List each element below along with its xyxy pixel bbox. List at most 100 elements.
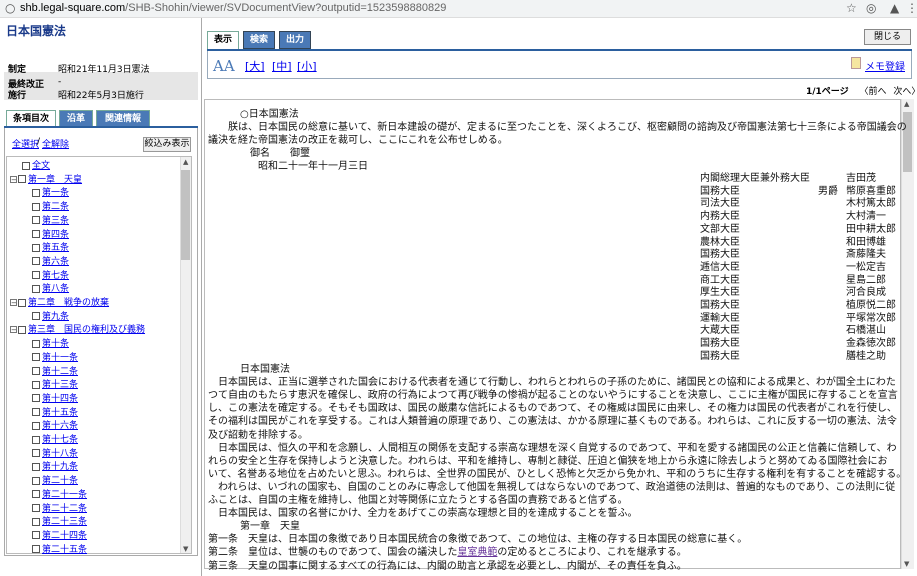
checkbox[interactable] <box>32 421 40 430</box>
url-text[interactable]: shb.legal-square.com/SHB-Shohin/viewer/S… <box>20 2 446 14</box>
toc-link[interactable]: 第一章 天皇 <box>28 175 82 185</box>
checkbox[interactable] <box>32 367 40 375</box>
toc-item[interactable]: 第九条 <box>32 311 69 323</box>
checkbox[interactable] <box>32 271 40 280</box>
toc-link[interactable]: 第二十三条 <box>42 517 87 527</box>
toc-item[interactable]: 第三条 <box>32 215 69 227</box>
deselect-all-link[interactable]: 全解除 <box>42 137 69 150</box>
tab-output[interactable]: 出力 <box>279 31 311 49</box>
toc-item[interactable]: 第六条 <box>32 256 69 268</box>
toc-link[interactable]: 第二条 <box>42 202 69 212</box>
checkbox[interactable] <box>18 298 26 307</box>
toc-item[interactable]: 第十四条 <box>32 393 78 405</box>
checkbox[interactable] <box>32 517 40 526</box>
toc-item[interactable]: 第十八条 <box>32 448 78 460</box>
toc-link[interactable]: 第二章 戦争の放棄 <box>28 298 109 308</box>
toc-link[interactable]: 第七条 <box>42 271 69 281</box>
toc-item[interactable]: − 第一章 天皇 <box>10 174 82 186</box>
collapse-icon[interactable]: − <box>10 326 17 334</box>
checkbox[interactable] <box>32 504 40 512</box>
toc-item[interactable]: − 第二章 戦争の放棄 <box>10 297 109 309</box>
checkbox[interactable] <box>32 462 40 471</box>
toc-link[interactable]: 第十八条 <box>42 449 78 459</box>
toc-item[interactable]: 第十五条 <box>32 407 78 419</box>
toc-item[interactable]: 第十六条 <box>32 420 78 432</box>
toc-link[interactable]: 第四条 <box>42 230 69 240</box>
toc-item[interactable]: 第一条 <box>32 187 69 199</box>
checkbox[interactable] <box>32 353 40 362</box>
toc-link[interactable]: 第二十二条 <box>42 504 87 514</box>
menu-icon[interactable]: ⋮ <box>906 1 917 15</box>
imperial-house-law-link[interactable]: 皇室典範 <box>457 547 497 558</box>
toc-link[interactable]: 第一条 <box>42 188 69 198</box>
scroll-down-icon[interactable]: ▼ <box>183 545 188 553</box>
toc-item[interactable]: 第十二条 <box>32 366 78 378</box>
scroll-up-icon[interactable]: ▲ <box>904 100 909 108</box>
toc-item[interactable]: 第二十五条 <box>32 544 87 556</box>
toc-link[interactable]: 第二十一条 <box>42 490 87 500</box>
toc-item[interactable]: 第十三条 <box>32 379 78 391</box>
toc-link[interactable]: 第九条 <box>42 312 69 322</box>
toc-link[interactable]: 第十四条 <box>42 394 78 404</box>
toc-link[interactable]: 第二十四条 <box>42 531 87 541</box>
memo-register-link[interactable]: メモ登録 <box>865 58 905 73</box>
checkbox[interactable] <box>32 380 40 389</box>
narrow-display-button[interactable]: 絞込み表示 <box>143 137 191 152</box>
toc-item[interactable]: 第十七条 <box>32 434 78 446</box>
tab-view[interactable]: 表示 <box>207 31 239 49</box>
tab-related[interactable]: 関連情報 <box>96 110 150 126</box>
toc-link[interactable]: 第十二条 <box>42 367 78 377</box>
toc-item[interactable]: 第二十三条 <box>32 516 87 528</box>
toc-item[interactable]: 第二十四条 <box>32 530 87 542</box>
toc-link[interactable]: 全文 <box>32 161 50 171</box>
checkbox[interactable] <box>32 230 40 238</box>
toc-item[interactable]: 第二十条 <box>32 475 78 487</box>
checkbox[interactable] <box>32 545 40 554</box>
toc-item[interactable]: 第七条 <box>32 270 69 282</box>
checkbox[interactable] <box>32 476 40 485</box>
checkbox[interactable] <box>32 408 40 417</box>
next-page-link[interactable]: 次へ〉 <box>893 87 917 97</box>
checkbox[interactable] <box>32 531 40 540</box>
tab-toc[interactable]: 条項目次 <box>6 110 56 126</box>
toc-item[interactable]: 第十条 <box>32 338 69 350</box>
toc-item[interactable]: 第十一条 <box>32 352 78 364</box>
toc-link[interactable]: 第十三条 <box>42 380 78 390</box>
shield-icon[interactable]: ◎ <box>866 1 876 15</box>
checkbox[interactable] <box>18 175 26 184</box>
toc-item[interactable]: 第八条 <box>32 283 69 295</box>
toc-link[interactable]: 第十六条 <box>42 421 78 431</box>
extension-icon[interactable]: ▲ <box>890 1 899 15</box>
checkbox[interactable] <box>32 243 40 252</box>
checkbox[interactable] <box>32 449 40 458</box>
checkbox[interactable] <box>32 257 40 266</box>
toc-link[interactable]: 第五条 <box>42 243 69 253</box>
checkbox[interactable] <box>32 216 40 225</box>
toc-item[interactable]: 第二条 <box>32 201 69 213</box>
toc-link[interactable]: 第十七条 <box>42 435 78 445</box>
toc-link[interactable]: 第三章 国民の権利及び義務 <box>28 325 145 335</box>
toc-item[interactable]: 第二十二条 <box>32 503 87 515</box>
checkbox[interactable] <box>18 325 26 334</box>
toc-item[interactable]: 全文 <box>22 160 50 172</box>
checkbox[interactable] <box>32 188 40 197</box>
toc-link[interactable]: 第十条 <box>42 339 69 349</box>
toc-link[interactable]: 第八条 <box>42 284 69 294</box>
scroll-down-icon[interactable]: ▼ <box>904 560 909 568</box>
toc-link[interactable]: 第十九条 <box>42 462 78 472</box>
prev-page-link[interactable]: 〈前へ <box>860 87 887 97</box>
checkbox[interactable] <box>32 435 40 444</box>
checkbox[interactable] <box>32 490 40 499</box>
toc-scrollbar-thumb[interactable] <box>181 170 190 260</box>
checkbox[interactable] <box>22 161 30 170</box>
checkbox[interactable] <box>32 339 40 348</box>
toc-item[interactable]: 第四条 <box>32 229 69 241</box>
checkbox[interactable] <box>32 284 40 293</box>
collapse-icon[interactable]: − <box>10 299 17 307</box>
select-all-link[interactable]: 全選択 <box>12 137 39 150</box>
font-large-link[interactable]: [大] <box>245 58 265 74</box>
tab-history[interactable]: 沿革 <box>59 110 93 126</box>
tab-search[interactable]: 検索 <box>243 31 275 49</box>
toc-link[interactable]: 第三条 <box>42 216 69 226</box>
toc-item[interactable]: 第五条 <box>32 242 69 254</box>
